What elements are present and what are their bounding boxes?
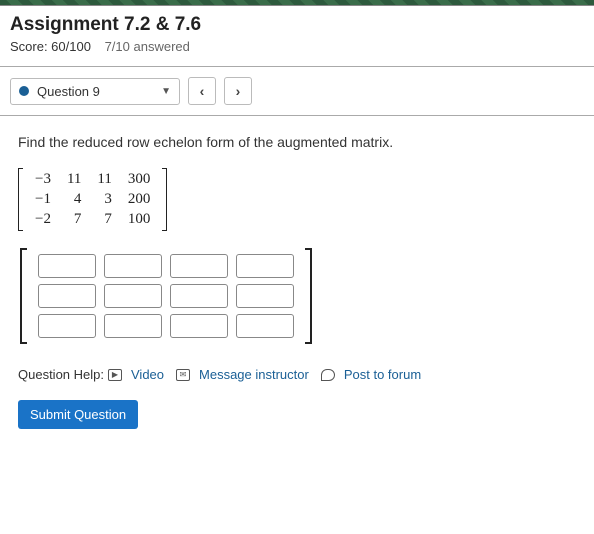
answered-text: 7/10 answered	[105, 39, 190, 54]
chat-icon	[321, 369, 335, 381]
mail-icon: ✉	[176, 369, 190, 381]
assignment-header: Assignment 7.2 & 7.6 Score: 60/100 7/10 …	[0, 6, 594, 60]
answer-cell-0-3[interactable]	[236, 254, 294, 278]
answer-cell-0-1[interactable]	[104, 254, 162, 278]
matrix-cell: −1	[29, 191, 57, 208]
answer-cell-2-2[interactable]	[170, 314, 228, 338]
matrix-cell: 7	[61, 211, 87, 228]
question-nav-row: Question 9 ▼ ‹ ›	[0, 67, 594, 116]
answer-cell-1-0[interactable]	[38, 284, 96, 308]
score-line: Score: 60/100 7/10 answered	[10, 39, 584, 54]
matrix-grid: −3 11 11 300 −1 4 3 200 −2 7 7 100	[25, 168, 160, 231]
matrix-cell: 200	[122, 191, 157, 208]
matrix-cell: 11	[91, 171, 117, 188]
answer-cell-1-1[interactable]	[104, 284, 162, 308]
matrix-cell: 7	[91, 211, 117, 228]
answer-cell-1-2[interactable]	[170, 284, 228, 308]
matrix-cell: −2	[29, 211, 57, 228]
right-bracket-icon	[305, 248, 312, 344]
next-question-button[interactable]: ›	[224, 77, 252, 105]
answer-row	[38, 254, 294, 278]
answer-row	[38, 314, 294, 338]
video-link[interactable]: Video	[131, 367, 164, 382]
matrix-row: −2 7 7 100	[29, 211, 156, 228]
left-bracket-icon	[20, 248, 27, 344]
matrix-cell: 4	[61, 191, 87, 208]
matrix-cell: 11	[61, 171, 87, 188]
question-label: Question 9	[37, 84, 153, 99]
answer-cell-0-0[interactable]	[38, 254, 96, 278]
question-dropdown[interactable]: Question 9 ▼	[10, 78, 180, 105]
matrix-cell: 100	[122, 211, 157, 228]
score-text: Score: 60/100	[10, 39, 91, 54]
matrix-cell: 300	[122, 171, 157, 188]
matrix-cell: −3	[29, 171, 57, 188]
left-bracket-icon	[18, 168, 23, 231]
message-instructor-link[interactable]: Message instructor	[199, 367, 309, 382]
answer-matrix	[18, 248, 314, 344]
help-row: Question Help: ▶ Video ✉ Message instruc…	[18, 367, 576, 382]
answer-cell-2-0[interactable]	[38, 314, 96, 338]
assignment-title: Assignment 7.2 & 7.6	[10, 14, 584, 36]
post-forum-link[interactable]: Post to forum	[344, 367, 421, 382]
answer-cell-0-2[interactable]	[170, 254, 228, 278]
answer-cell-2-1[interactable]	[104, 314, 162, 338]
prev-question-button[interactable]: ‹	[188, 77, 216, 105]
question-prompt: Find the reduced row echelon form of the…	[18, 134, 576, 150]
matrix-row: −3 11 11 300	[29, 171, 156, 188]
submit-question-button[interactable]: Submit Question	[18, 400, 138, 429]
matrix-cell: 3	[91, 191, 117, 208]
chevron-down-icon: ▼	[161, 86, 171, 97]
answer-grid	[30, 248, 302, 344]
video-icon: ▶	[108, 369, 122, 381]
help-label: Question Help:	[18, 367, 104, 382]
right-bracket-icon	[162, 168, 167, 231]
answer-cell-2-3[interactable]	[236, 314, 294, 338]
given-matrix: −3 11 11 300 −1 4 3 200 −2 7 7 100	[18, 168, 167, 231]
question-content: Find the reduced row echelon form of the…	[0, 116, 594, 439]
answer-cell-1-3[interactable]	[236, 284, 294, 308]
matrix-row: −1 4 3 200	[29, 191, 156, 208]
status-dot-icon	[19, 86, 29, 96]
answer-row	[38, 284, 294, 308]
